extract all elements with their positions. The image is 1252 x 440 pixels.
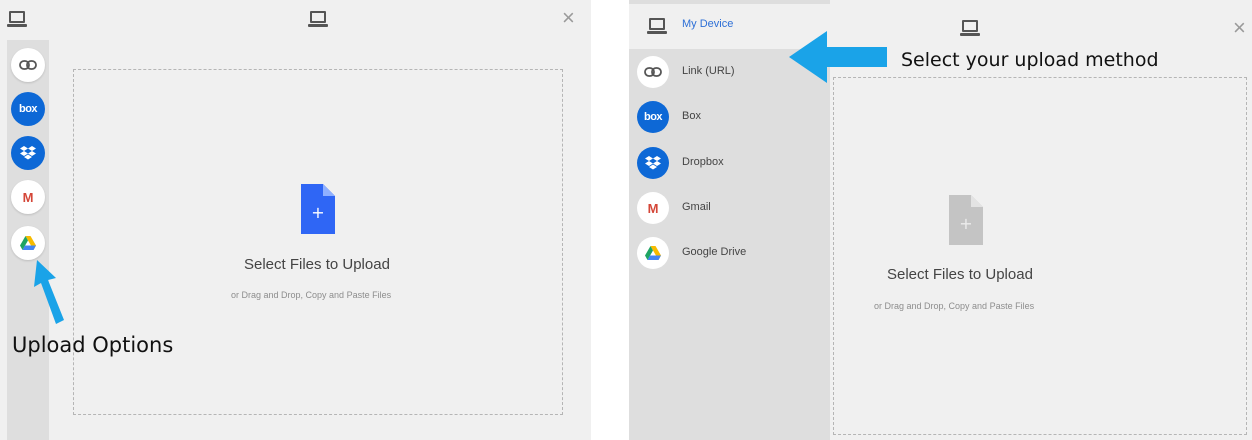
dropzone-title: Select Files to Upload [244, 256, 390, 273]
sidebar-item-gmail[interactable]: M Gmail [629, 186, 830, 231]
link-icon [644, 67, 662, 77]
sidebar-item-label: Box [682, 110, 701, 122]
gmail-icon: M [22, 189, 34, 205]
dropbox-source-button[interactable] [11, 136, 45, 170]
file-add-icon[interactable]: + [301, 184, 335, 234]
sidebar-item-google-drive[interactable]: Google Drive [629, 231, 830, 276]
sidebar-item-label: Link (URL) [682, 65, 735, 77]
svg-text:+: + [311, 203, 324, 222]
file-drop-zone[interactable]: + Select Files to Upload or Drag and Dro… [73, 69, 563, 415]
sidebar-item-dropbox[interactable]: Dropbox [629, 141, 830, 186]
close-icon[interactable]: × [562, 7, 575, 29]
laptop-icon[interactable] [6, 9, 28, 29]
gmail-icon-wrap: M [637, 192, 669, 224]
dropbox-icon-wrap [637, 147, 669, 179]
sidebar-item-label: My Device [682, 18, 734, 30]
sidebar-item-label: Gmail [682, 201, 711, 213]
close-icon[interactable]: × [1233, 17, 1246, 39]
upload-widget-expanded: My Device Link (URL) box Box Dropbox M G… [629, 0, 1252, 440]
dropbox-icon [20, 146, 36, 160]
google-drive-icon-wrap [637, 237, 669, 269]
select-method-annotation: Select your upload method [901, 49, 1159, 71]
upload-widget-collapsed: × box M + Select Files to Upload or Drag… [0, 0, 591, 440]
box-icon: box [643, 111, 663, 123]
annotation-arrow [34, 260, 64, 324]
link-source-button[interactable] [11, 48, 45, 82]
sidebar-item-label: Dropbox [682, 156, 724, 168]
google-drive-icon [20, 236, 36, 250]
gmail-source-button[interactable]: M [11, 180, 45, 214]
sidebar-item-label: Google Drive [682, 246, 747, 258]
google-drive-icon [645, 246, 661, 260]
laptop-icon [307, 9, 329, 29]
svg-text:+: + [959, 214, 972, 233]
dropzone-subtitle: or Drag and Drop, Copy and Paste Files [874, 301, 1035, 311]
box-icon-wrap: box [637, 101, 669, 133]
file-drop-zone[interactable]: + Select Files to Upload or Drag and Dro… [833, 77, 1247, 435]
upload-options-annotation: Upload Options [12, 333, 174, 357]
upload-source-rail: box M [7, 40, 49, 440]
link-icon-wrap [637, 56, 669, 88]
laptop-icon [641, 10, 673, 42]
top-bar: × [0, 0, 591, 40]
sidebar-item-box[interactable]: box Box [629, 95, 830, 140]
annotation-arrow [789, 31, 887, 83]
gmail-icon: M [647, 200, 659, 216]
link-icon [19, 60, 37, 70]
dropbox-icon [645, 156, 661, 170]
dropzone-subtitle: or Drag and Drop, Copy and Paste Files [231, 290, 392, 300]
laptop-icon [959, 18, 981, 38]
box-icon: box [18, 103, 38, 115]
google-drive-source-button[interactable] [11, 226, 45, 260]
box-source-button[interactable]: box [11, 92, 45, 126]
file-add-icon[interactable]: + [949, 195, 983, 245]
dropzone-title: Select Files to Upload [887, 266, 1033, 283]
